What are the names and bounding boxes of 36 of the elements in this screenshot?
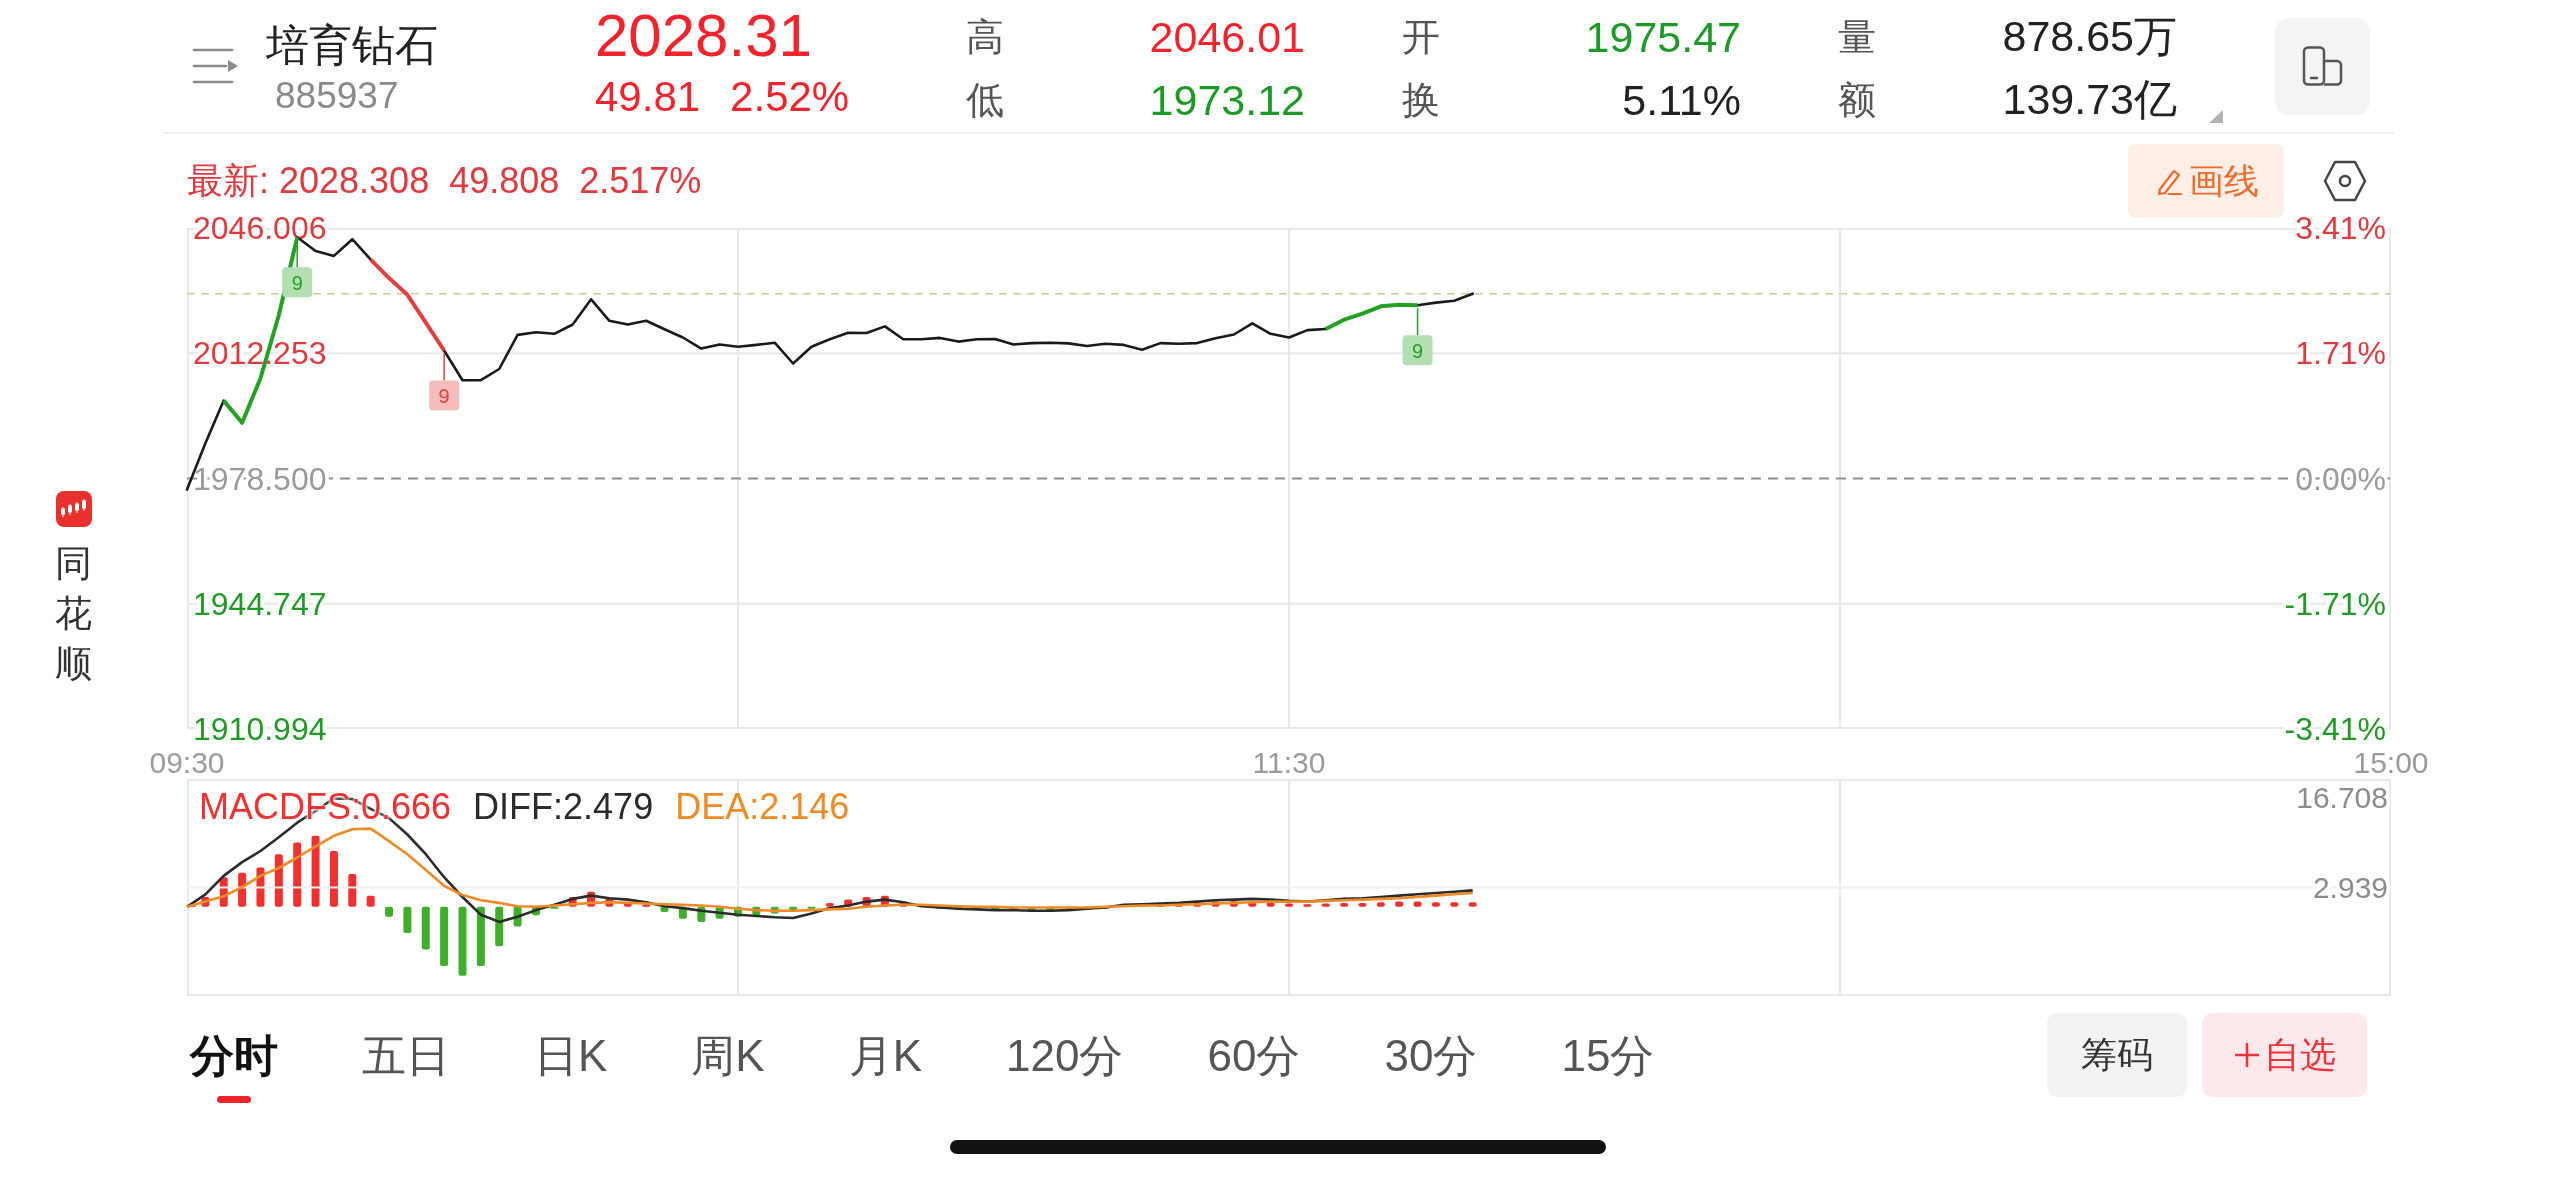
legend-label: DIFF:2.479 <box>473 787 654 827</box>
stat-value: 2046.01 <box>1149 12 1305 62</box>
price-change: 49.81 <box>595 73 701 121</box>
percent-axis-label: 1.71% <box>2295 334 2386 371</box>
price-axis-label: 1978.500 <box>193 460 327 497</box>
price-axis-label: 1944.747 <box>193 585 327 622</box>
stat-label: 换 <box>1402 77 1440 123</box>
last-price: 2028.31 <box>595 4 813 68</box>
stock-name: 培育钻石 <box>266 20 439 70</box>
percent-axis-label: 3.41% <box>2295 210 2386 246</box>
price-axis-label: 1910.994 <box>193 711 327 747</box>
time-axis-label: 09:30 <box>149 745 225 779</box>
app-name: 同花顺 <box>55 541 92 686</box>
stock-code: 885937 <box>274 76 400 116</box>
time-axis-label: 11:30 <box>1252 745 1326 779</box>
percent-axis-label: -3.41% <box>2284 711 2386 747</box>
stat-value: 878.65万 <box>2002 11 2177 62</box>
annotation: 9 <box>291 272 303 295</box>
stat-value: 139.73亿 <box>2002 74 2177 125</box>
stat-value: 1975.47 <box>1585 12 1741 62</box>
legend-label: DEA:2.146 <box>675 787 850 827</box>
macd-axis-label: 2.939 <box>2312 871 2388 904</box>
stat-label: 额 <box>1838 77 1876 123</box>
stat-label: 开 <box>1402 14 1440 60</box>
macd-axis-label: 16.708 <box>2296 780 2388 814</box>
change-percent: 2.52% <box>730 73 850 121</box>
stat-value: 1973.12 <box>1149 75 1305 125</box>
latest-quote: 最新: 2028.308 49.808 2.517% <box>187 158 702 203</box>
stat-label: 量 <box>1838 14 1876 60</box>
stat-label: 高 <box>966 14 1004 60</box>
time-axis-label: 15:00 <box>2353 745 2429 779</box>
stat-label: 低 <box>966 77 1004 123</box>
annotation: 9 <box>1412 340 1424 363</box>
percent-axis-label: -1.71% <box>2284 586 2386 623</box>
annotation: 9 <box>438 385 450 408</box>
stat-value: 5.11% <box>1622 75 1741 125</box>
